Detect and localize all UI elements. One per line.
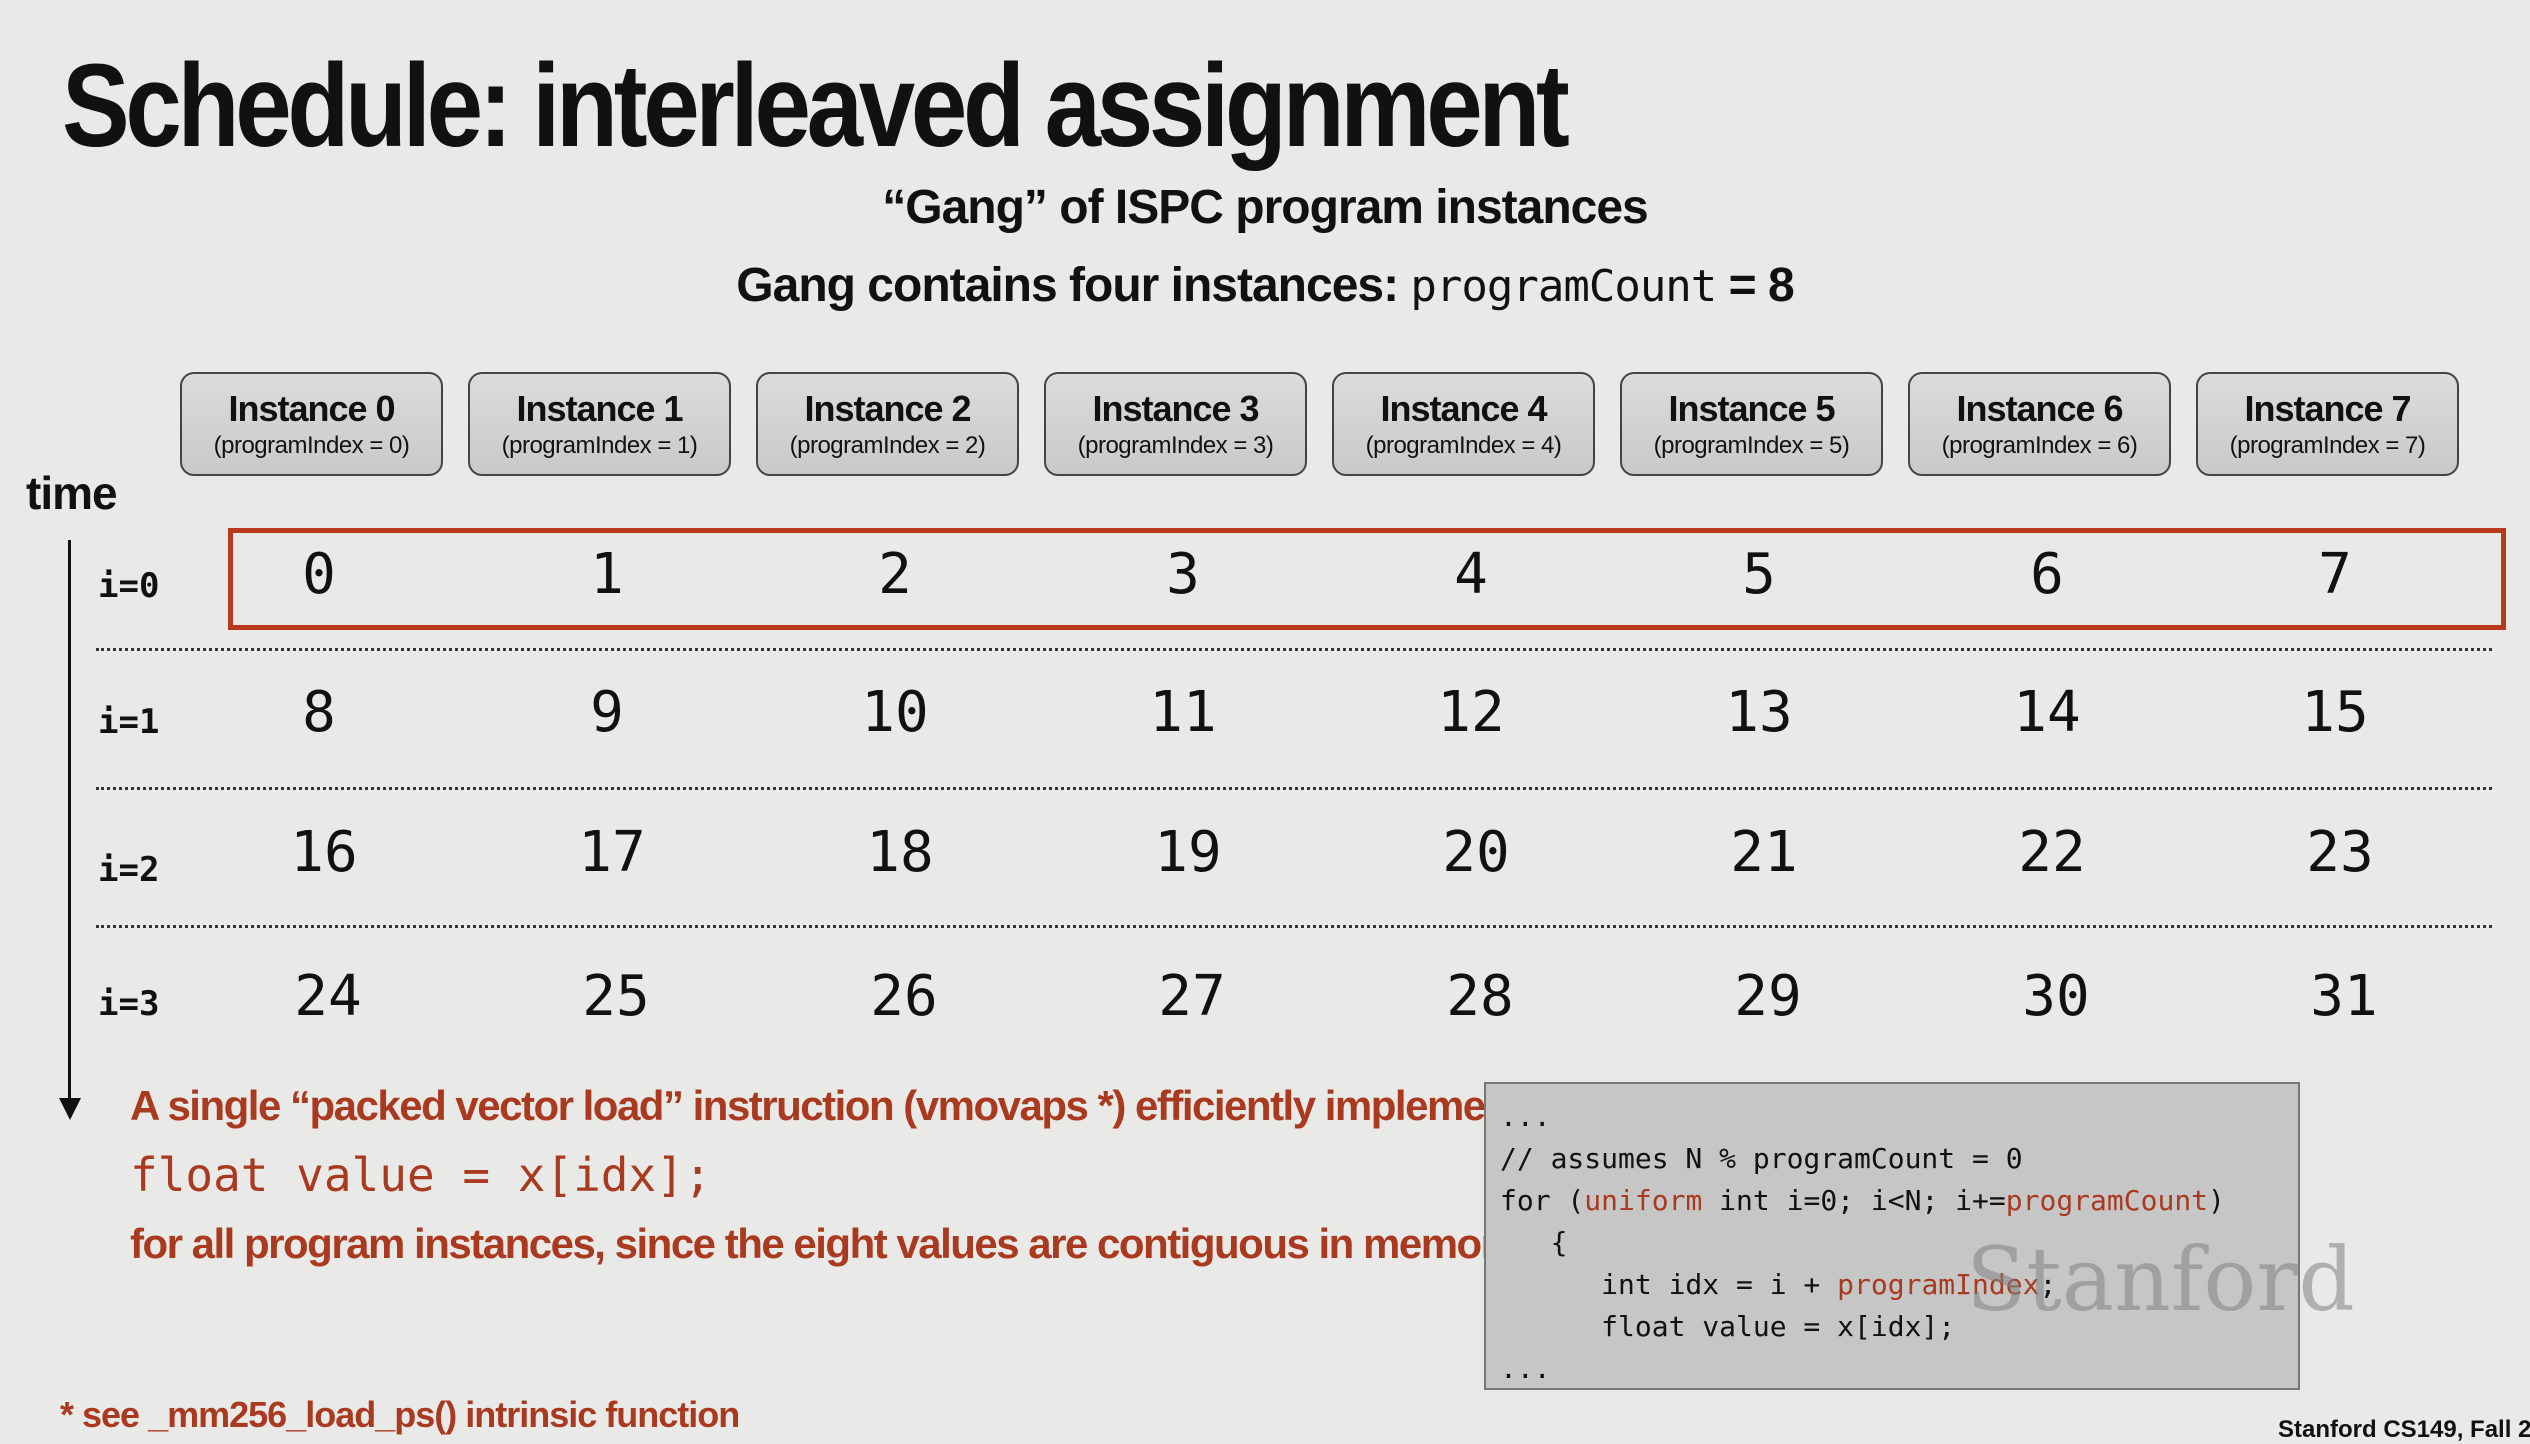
code-line: for (uniform int i=0; i<N; i+=programCou… <box>1500 1180 2284 1222</box>
instance-index: (programIndex = 0) <box>213 432 410 459</box>
code-line: // assumes N % programCount = 0 <box>1500 1142 2023 1175</box>
element-cell: 9 <box>590 680 624 745</box>
element-cell: 7 <box>2318 542 2352 607</box>
instance-name: Instance 5 <box>1668 388 1835 429</box>
element-cell: 11 <box>1149 680 1217 745</box>
note-code-line: float value = x[idx]; <box>130 1148 712 1202</box>
instance-name: Instance 2 <box>804 388 971 429</box>
element-cell: 16 <box>290 820 358 885</box>
instance-name: Instance 4 <box>1380 388 1547 429</box>
note-line-1: A single “packed vector load” instructio… <box>130 1082 1557 1129</box>
code-token: ) <box>2208 1184 2225 1217</box>
gang-code: programCount <box>1410 261 1717 312</box>
element-cell: 20 <box>1442 820 1510 885</box>
element-cell: 23 <box>2306 820 2374 885</box>
footnote: * see _mm256_load_ps() intrinsic functio… <box>60 1394 740 1435</box>
element-cell: 4 <box>1454 542 1488 607</box>
slide-subtitle: “Gang” of ISPC program instances <box>882 181 1648 234</box>
instance-box: Instance 3 (programIndex = 3) <box>1044 372 1307 476</box>
instance-index: (programIndex = 6) <box>1941 432 2138 459</box>
instance-box: Instance 4 (programIndex = 4) <box>1332 372 1595 476</box>
code-line: ... <box>1500 1100 1551 1133</box>
instance-name: Instance 3 <box>1092 388 1259 429</box>
element-cell: 5 <box>1742 542 1776 607</box>
element-cell: 17 <box>578 820 646 885</box>
element-cell: 1 <box>590 542 624 607</box>
row-label: i=1 <box>98 702 160 742</box>
element-cell: 28 <box>1446 964 1514 1029</box>
code-token: int i=0; i<N; i+= <box>1702 1184 2006 1217</box>
code-line: ... <box>1500 1352 1551 1385</box>
element-cell: 26 <box>870 964 938 1029</box>
row-label: i=0 <box>98 566 160 606</box>
row-label: i=2 <box>98 850 160 890</box>
row-separator <box>96 925 2492 928</box>
instance-name: Instance 6 <box>1956 388 2123 429</box>
instance-box: Instance 2 (programIndex = 2) <box>756 372 1019 476</box>
row-separator <box>96 787 2492 790</box>
arrow-down-icon <box>59 1098 81 1120</box>
stanford-watermark: Stanford <box>1966 1228 2355 1331</box>
code-token: for ( <box>1500 1184 1585 1217</box>
instance-index: (programIndex = 1) <box>501 432 698 459</box>
element-cell: 31 <box>2310 964 2378 1029</box>
element-cell: 18 <box>866 820 934 885</box>
instance-index: (programIndex = 5) <box>1653 432 1850 459</box>
row-separator <box>96 648 2492 651</box>
instance-index: (programIndex = 2) <box>789 432 986 459</box>
element-cell: 25 <box>582 964 650 1029</box>
note-line-3: for all program instances, since the eig… <box>130 1220 1519 1267</box>
gang-value: = 8 <box>1716 259 1795 312</box>
element-cell: 0 <box>302 542 336 607</box>
instance-name: Instance 0 <box>228 388 395 429</box>
element-cell: 13 <box>1725 680 1793 745</box>
instance-name: Instance 1 <box>516 388 683 429</box>
instance-box: Instance 7 (programIndex = 7) <box>2196 372 2459 476</box>
instance-box: Instance 1 (programIndex = 1) <box>468 372 731 476</box>
time-label: time <box>26 467 118 519</box>
element-cell: 10 <box>861 680 929 745</box>
gang-description: Gang contains four instances: programCou… <box>0 258 2530 313</box>
instance-box: Instance 6 (programIndex = 6) <box>1908 372 2171 476</box>
element-cell: 27 <box>1158 964 1226 1029</box>
instance-box: Instance 0 (programIndex = 0) <box>180 372 443 476</box>
row-label: i=3 <box>98 984 160 1024</box>
code-token: int idx = i + <box>1500 1268 1838 1301</box>
element-cell: 21 <box>1730 820 1798 885</box>
element-cell: 14 <box>2013 680 2081 745</box>
instance-index: (programIndex = 3) <box>1077 432 1274 459</box>
element-cell: 2 <box>878 542 912 607</box>
element-cell: 15 <box>2301 680 2369 745</box>
instance-name: Instance 7 <box>2244 388 2411 429</box>
instance-index: (programIndex = 7) <box>2229 432 2426 459</box>
instance-box: Instance 5 (programIndex = 5) <box>1620 372 1883 476</box>
course-label: Stanford CS149, Fall 20 <box>2278 1416 2530 1443</box>
element-cell: 12 <box>1437 680 1505 745</box>
slide-title: Schedule: interleaved assignment <box>62 40 1570 172</box>
code-keyword: uniform <box>1584 1184 1703 1217</box>
element-cell: 8 <box>302 680 336 745</box>
gang-text: Gang contains four instances: <box>736 259 1411 312</box>
element-cell: 19 <box>1154 820 1222 885</box>
time-axis-line <box>68 540 71 1100</box>
element-cell: 24 <box>294 964 362 1029</box>
code-keyword: programCount <box>2005 1184 2209 1217</box>
element-cell: 29 <box>1734 964 1802 1029</box>
element-cell: 22 <box>2018 820 2086 885</box>
element-cell: 30 <box>2022 964 2090 1029</box>
element-cell: 3 <box>1166 542 1200 607</box>
instance-index: (programIndex = 4) <box>1365 432 1562 459</box>
element-cell: 6 <box>2030 542 2064 607</box>
